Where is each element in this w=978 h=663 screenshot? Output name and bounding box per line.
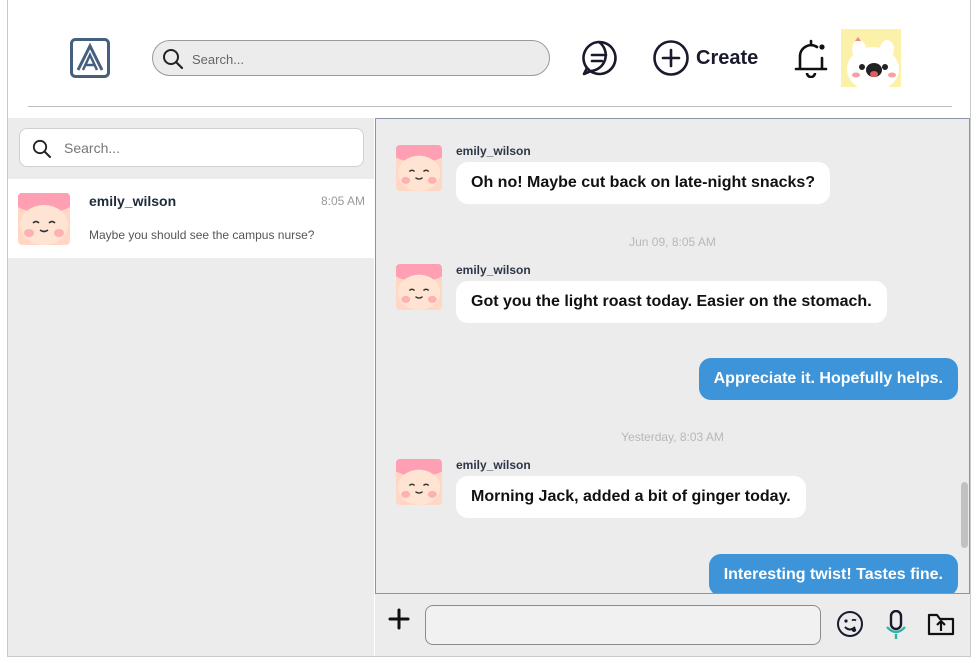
emoji-button[interactable] xyxy=(836,610,864,638)
plus-icon xyxy=(388,608,410,634)
sender-avatar xyxy=(396,459,442,505)
message-thread[interactable]: emily_wilson Oh no! Maybe cut back on la… xyxy=(375,118,970,594)
notifications-button[interactable] xyxy=(793,38,829,79)
sender-avatar xyxy=(396,145,442,191)
message-bubble: Morning Jack, added a bit of ginger toda… xyxy=(456,476,806,518)
thread-scrollbar[interactable] xyxy=(961,482,968,548)
messages-icon xyxy=(580,40,618,81)
message-input[interactable] xyxy=(425,605,821,645)
create-button[interactable]: Create xyxy=(652,39,758,77)
create-label: Create xyxy=(696,46,759,69)
message-composer xyxy=(375,594,970,656)
top-search-input[interactable] xyxy=(192,47,532,71)
message-sender: emily_wilson xyxy=(456,458,531,472)
message-timestamp: Jun 09, 8:05 AM xyxy=(629,235,716,249)
app-logo-icon[interactable] xyxy=(70,38,110,78)
conversation-preview: Maybe you should see the campus nurse? xyxy=(89,228,315,242)
conversation-search-input[interactable] xyxy=(64,137,354,159)
top-bar: Create xyxy=(8,0,970,108)
emoji-icon xyxy=(836,611,864,642)
header-divider xyxy=(28,106,952,107)
outgoing-message-bubble: Appreciate it. Hopefully helps. xyxy=(698,358,958,400)
sender-avatar xyxy=(396,264,442,310)
search-icon xyxy=(32,139,52,159)
plus-circle-icon xyxy=(652,39,690,77)
message-timestamp: Yesterday, 8:03 AM xyxy=(621,430,724,444)
message-sender: emily_wilson xyxy=(456,144,531,158)
message-bubble: Got you the light roast today. Easier on… xyxy=(456,281,887,323)
voice-button[interactable] xyxy=(885,609,907,640)
message-sender: emily_wilson xyxy=(456,263,531,277)
conversation-sidebar: emily_wilson 8:05 AM Maybe you should se… xyxy=(8,118,374,656)
conversation-time: 8:05 AM xyxy=(320,194,365,208)
messages-button[interactable] xyxy=(580,39,618,77)
attach-button[interactable] xyxy=(388,608,410,630)
upload-button[interactable] xyxy=(927,611,955,637)
upload-icon xyxy=(927,613,955,641)
search-icon xyxy=(162,48,184,70)
conversation-search-bar[interactable] xyxy=(19,128,364,167)
app-window: Create xyxy=(7,0,971,657)
top-search-bar[interactable] xyxy=(152,40,550,76)
conversation-item[interactable]: emily_wilson 8:05 AM Maybe you should se… xyxy=(8,179,374,258)
microphone-icon xyxy=(885,609,907,644)
contact-avatar xyxy=(18,193,70,245)
message-bubble: Oh no! Maybe cut back on late-night snac… xyxy=(456,162,831,204)
user-avatar[interactable] xyxy=(841,29,901,87)
bell-icon xyxy=(793,39,829,82)
conversation-name: emily_wilson xyxy=(89,193,177,209)
outgoing-message-bubble: Interesting twist! Tastes fine. xyxy=(708,554,958,593)
